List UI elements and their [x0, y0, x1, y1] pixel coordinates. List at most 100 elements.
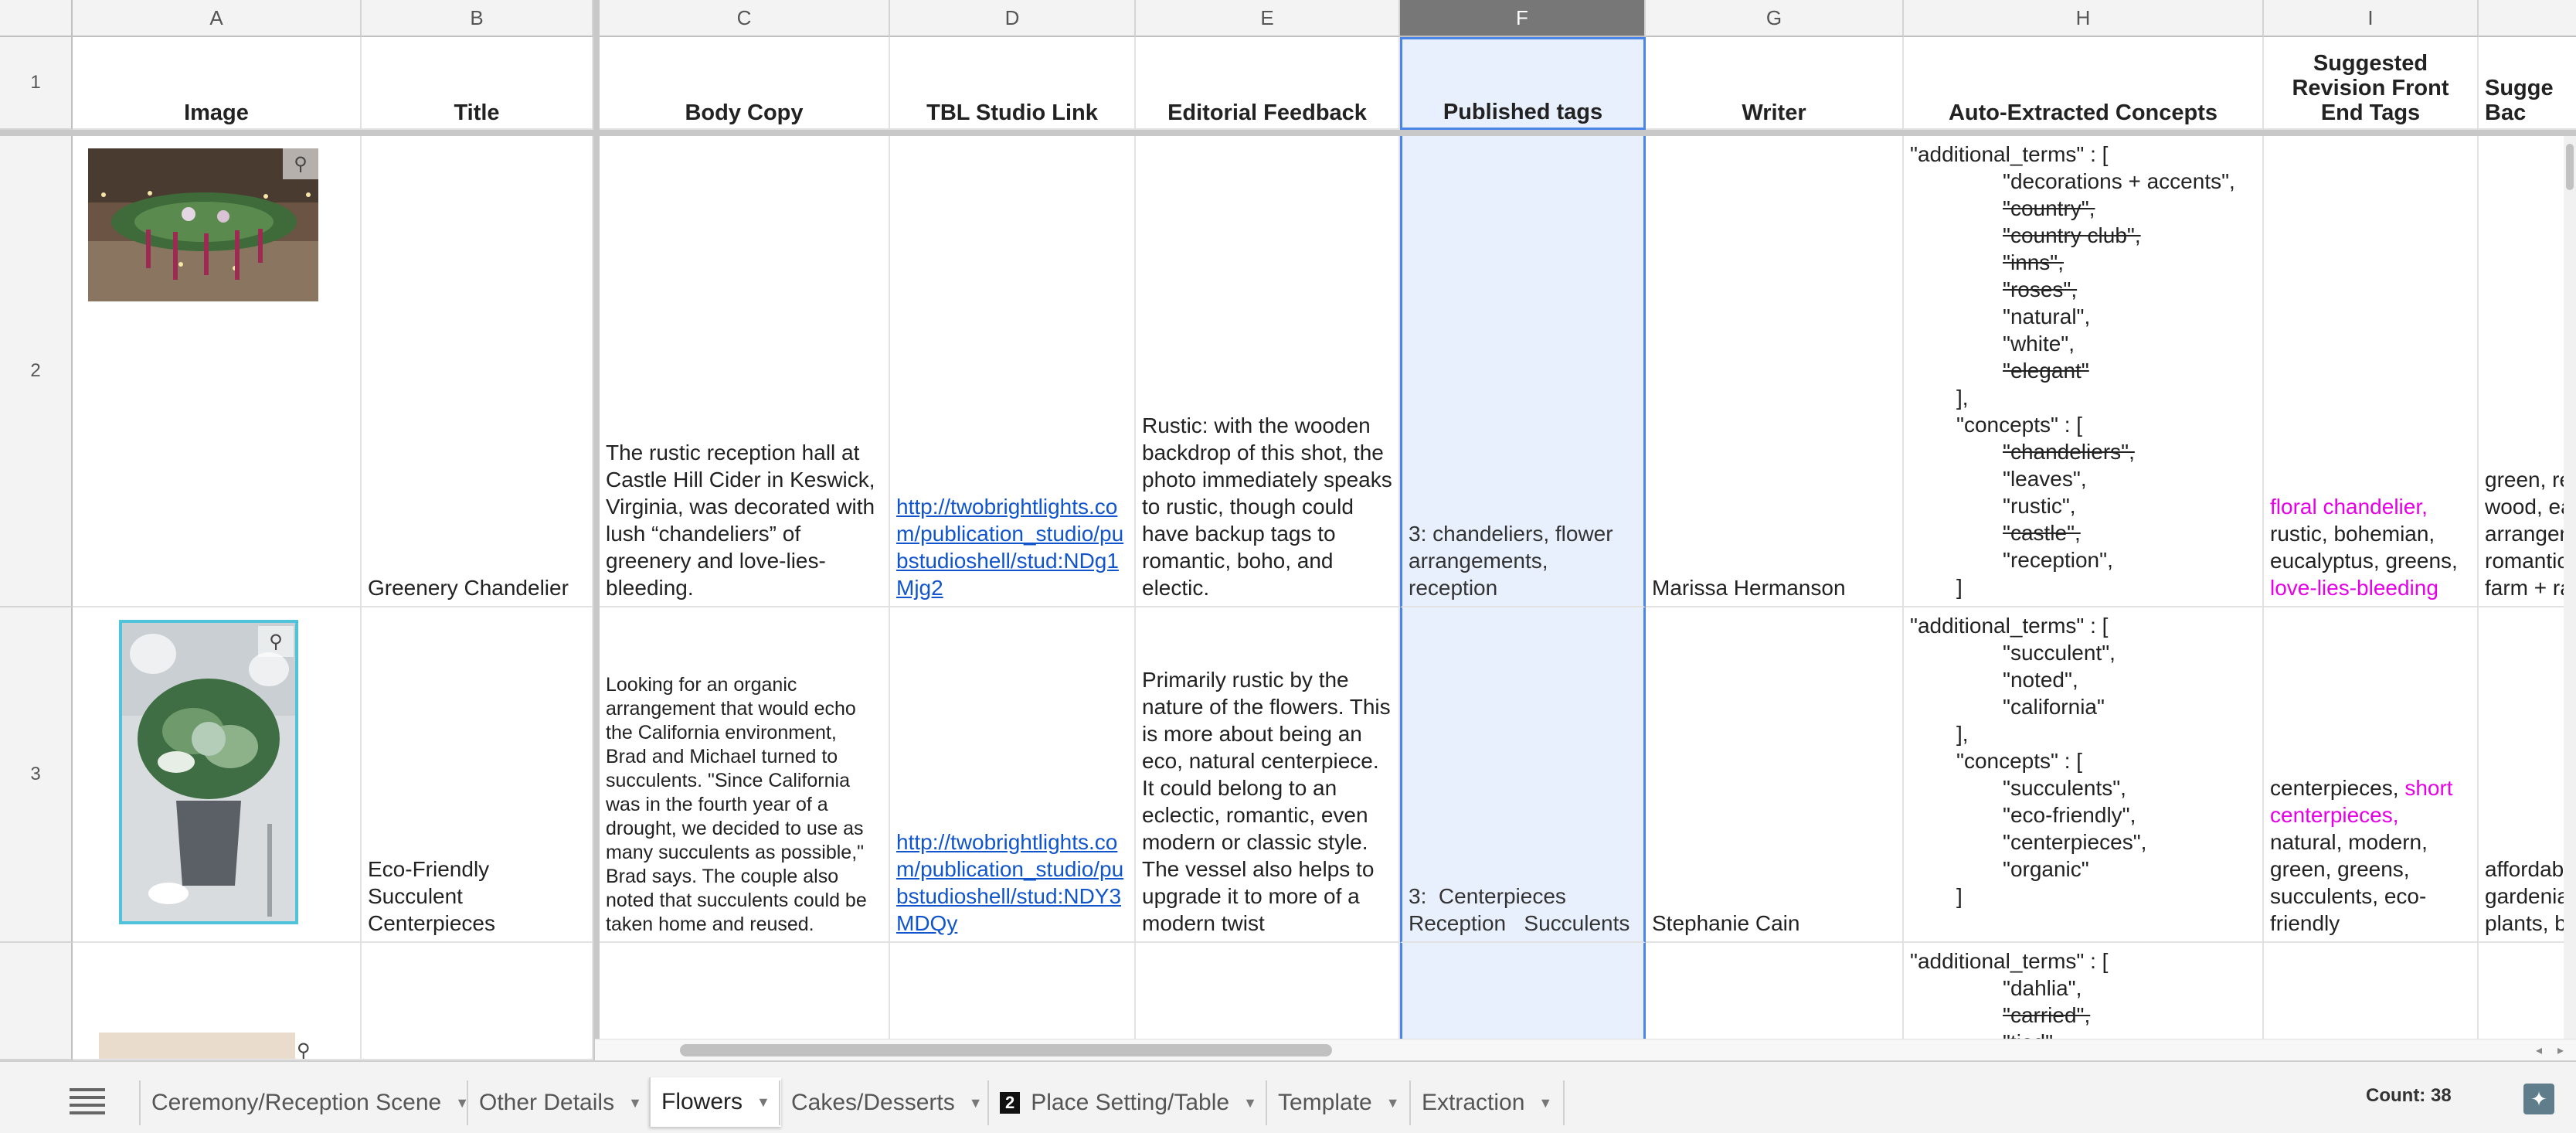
- suggested-front-tags: floral chandelier, rustic, bohemian, euc…: [2270, 493, 2471, 601]
- tab-cakes-desserts[interactable]: Cakes/Desserts ▼: [779, 1080, 994, 1125]
- column-header-c[interactable]: C: [600, 0, 890, 37]
- column-header-d[interactable]: D: [890, 0, 1136, 37]
- concept-line: "decorations + accents",: [2003, 169, 2235, 193]
- column-header-i[interactable]: I: [2264, 0, 2479, 37]
- column-header-a[interactable]: A: [73, 0, 362, 37]
- image-cell[interactable]: ⚲: [73, 607, 362, 943]
- header-published-tags[interactable]: Published tags: [1400, 37, 1646, 130]
- tab-template[interactable]: Template ▼: [1266, 1080, 1411, 1125]
- concept-line: "carried",: [2003, 1003, 2091, 1027]
- concept-line: "additional_terms" : [: [1910, 614, 2109, 638]
- explore-star-icon[interactable]: ✦: [2523, 1084, 2554, 1114]
- concept-line: "concepts" : [: [1956, 413, 2083, 437]
- concept-line: "centerpieces",: [2003, 830, 2147, 854]
- horizontal-scrollbar[interactable]: ◂ ▸: [595, 1039, 2576, 1060]
- studio-link[interactable]: http://twobrightlights.com/publication_s…: [896, 828, 1128, 937]
- concept-line: "chandeliers",: [2003, 440, 2135, 464]
- row-header-3[interactable]: 3: [0, 607, 73, 943]
- scroll-left-icon[interactable]: ◂: [2536, 1043, 2542, 1058]
- tag-text: natural, modern, green, greens, succulen…: [2270, 830, 2428, 935]
- header-title[interactable]: Title: [362, 37, 593, 130]
- column-header-h[interactable]: H: [1904, 0, 2264, 37]
- published-tags-cell[interactable]: 3: Centerpieces Reception Succulents: [1400, 607, 1646, 943]
- row-header-4[interactable]: [0, 943, 73, 1060]
- frozen-row-divider[interactable]: [0, 130, 2576, 136]
- body-copy-cell[interactable]: The rustic reception hall at Castle Hill…: [600, 136, 890, 607]
- tab-other-details[interactable]: Other Details ▼: [467, 1080, 653, 1125]
- image-cell[interactable]: ⚲: [73, 136, 362, 607]
- concepts-cell[interactable]: "additional_terms" : ["succulent", "noted…: [1904, 607, 2264, 943]
- pin-icon[interactable]: ⚲: [297, 1037, 311, 1059]
- studio-link[interactable]: http://twobrightlights.com/publication_s…: [896, 493, 1128, 601]
- chevron-down-icon[interactable]: ▼: [1243, 1095, 1257, 1111]
- header-body-copy[interactable]: Body Copy: [600, 37, 890, 130]
- header-suggested-back-end-tags[interactable]: Sugge Bac: [2479, 37, 2576, 130]
- editorial-feedback-cell[interactable]: Primarily rustic by the nature of the fl…: [1136, 607, 1400, 943]
- suggested-back-tags-cell[interactable]: affordabl gardenia plants, be: [2479, 607, 2576, 943]
- column-header-j[interactable]: [2479, 0, 2576, 37]
- tag-text: rustic, bohemian, eucalyptus, greens,: [2270, 522, 2458, 573]
- image-cell[interactable]: ⚲: [73, 943, 362, 1060]
- writer-cell[interactable]: Stephanie Cain: [1646, 607, 1904, 943]
- concept-line: "country club",: [2003, 223, 2141, 247]
- header-editorial-feedback[interactable]: Editorial Feedback: [1136, 37, 1400, 130]
- title-cell[interactable]: Greenery Chandelier: [362, 136, 593, 607]
- tab-ceremony-reception-scene[interactable]: Ceremony/Reception Scene ▼: [139, 1080, 480, 1125]
- tab-flowers[interactable]: Flowers ▼: [649, 1077, 781, 1127]
- column-header-g[interactable]: G: [1646, 0, 1904, 37]
- header-suggested-front-end-tags[interactable]: Suggested Revision Front End Tags: [2264, 37, 2479, 130]
- vertical-scrollbar[interactable]: [2564, 136, 2576, 1060]
- published-tags-cell[interactable]: 3: chandeliers, flower arrangements, rec…: [1400, 136, 1646, 607]
- tab-label: Template: [1278, 1090, 1372, 1115]
- tab-label: Other Details: [479, 1090, 615, 1115]
- select-all-corner[interactable]: [0, 0, 73, 37]
- tab-label: Extraction: [1422, 1090, 1525, 1115]
- tag-text: love-lies-bleeding: [2270, 576, 2438, 600]
- back-tag-line: green, re: [2485, 468, 2572, 492]
- chevron-down-icon[interactable]: ▼: [969, 1095, 983, 1111]
- horizontal-scrollbar-thumb[interactable]: [680, 1044, 1332, 1056]
- title-cell[interactable]: [362, 943, 593, 1060]
- header-image[interactable]: Image: [73, 37, 362, 130]
- concept-line: "additional_terms" : [: [1910, 142, 2109, 166]
- row-header-2[interactable]: 2: [0, 136, 73, 607]
- studio-link-cell[interactable]: http://twobrightlights.com/publication_s…: [890, 607, 1136, 943]
- concept-line: "roses",: [2003, 277, 2078, 301]
- tab-label: Flowers: [661, 1089, 743, 1114]
- header-auto-extracted-concepts[interactable]: Auto-Extracted Concepts: [1904, 37, 2264, 130]
- chevron-down-icon[interactable]: ▼: [628, 1095, 642, 1111]
- chevron-down-icon[interactable]: ▼: [1386, 1095, 1400, 1111]
- title-cell[interactable]: Eco-Friendly Succulent Centerpieces: [362, 607, 593, 943]
- writer-cell[interactable]: Marissa Hermanson: [1646, 136, 1904, 607]
- scroll-right-icon[interactable]: ▸: [2557, 1043, 2564, 1058]
- back-tag-line: wood, ea: [2485, 495, 2573, 519]
- concept-line: "organic": [2003, 857, 2089, 881]
- concept-line: "elegant": [2003, 359, 2089, 383]
- column-header-e[interactable]: E: [1136, 0, 1400, 37]
- vertical-scrollbar-thumb[interactable]: [2566, 144, 2574, 190]
- suggested-front-tags-cell[interactable]: floral chandelier, rustic, bohemian, euc…: [2264, 136, 2479, 607]
- editorial-feedback-cell[interactable]: Rustic: with the wooden backdrop of this…: [1136, 136, 1400, 607]
- body-copy-cell[interactable]: Looking for an organic arrangement that …: [600, 607, 890, 943]
- row-header-1[interactable]: 1: [0, 37, 73, 130]
- studio-link-cell[interactable]: http://twobrightlights.com/publication_s…: [890, 136, 1136, 607]
- chevron-down-icon[interactable]: ▼: [756, 1094, 770, 1111]
- tab-extraction[interactable]: Extraction ▼: [1409, 1080, 1565, 1125]
- pin-icon[interactable]: ⚲: [258, 626, 294, 657]
- column-header-b[interactable]: B: [362, 0, 593, 37]
- tab-place-setting-table[interactable]: 2 Place Setting/Table ▼: [987, 1080, 1268, 1125]
- suggested-back-tags-cell[interactable]: green, re wood, ea arrangen romantic far…: [2479, 136, 2576, 607]
- selection-count[interactable]: Count: 38: [2366, 1085, 2452, 1107]
- header-studio-link[interactable]: TBL Studio Link: [890, 37, 1136, 130]
- suggested-front-tags-cell[interactable]: centerpieces, short centerpieces, natura…: [2264, 607, 2479, 943]
- column-header-f[interactable]: F: [1400, 0, 1646, 37]
- pin-icon[interactable]: ⚲: [283, 148, 318, 179]
- header-writer[interactable]: Writer: [1646, 37, 1904, 130]
- concept-line: ],: [1956, 386, 1969, 410]
- concepts-cell[interactable]: "additional_terms" : [ "decorations + acc…: [1904, 136, 2264, 607]
- back-tag-line: farm + ra: [2485, 576, 2572, 600]
- menu-lines-icon[interactable]: [70, 1084, 105, 1119]
- chevron-down-icon[interactable]: ▼: [1538, 1095, 1552, 1111]
- frozen-column-divider[interactable]: [593, 0, 600, 1060]
- concept-line: "succulents",: [2003, 776, 2126, 800]
